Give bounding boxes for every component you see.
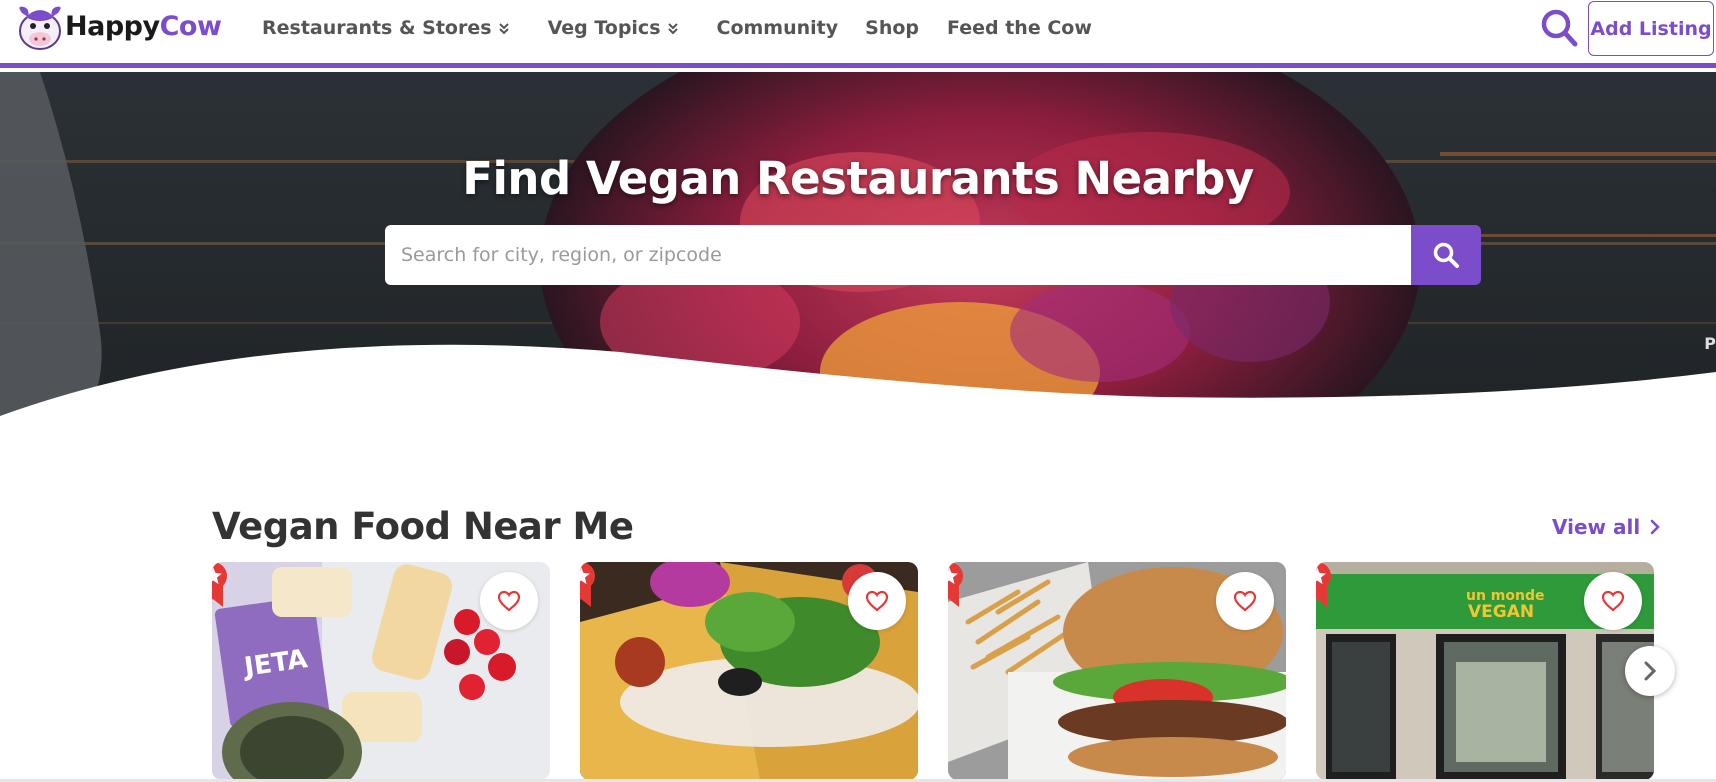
hero-title: Find Vegan Restaurants Nearby xyxy=(462,152,1254,205)
heart-icon xyxy=(1601,590,1625,612)
star-ribbon-icon xyxy=(1316,562,1331,607)
favorite-button[interactable] xyxy=(1584,572,1642,630)
nav-label: Shop xyxy=(865,17,920,39)
nav-feed-the-cow[interactable]: Feed the Cow xyxy=(947,17,1092,39)
nav-label: Feed the Cow xyxy=(947,17,1092,39)
restaurant-card[interactable] xyxy=(948,562,1286,780)
logo-cow: Cow xyxy=(159,10,222,42)
chevron-right-icon xyxy=(1644,661,1657,681)
location-search-input[interactable] xyxy=(385,225,1411,285)
logo-wordmark: HappyCow xyxy=(65,10,222,42)
chevron-right-icon xyxy=(1650,519,1660,535)
restaurant-carousel: JETA un monde VEGAN xyxy=(0,562,1716,782)
view-all-label: View all xyxy=(1552,515,1641,539)
hero-banner: Find Vegan Restaurants Nearby P xyxy=(0,72,1716,444)
hero-search-button[interactable] xyxy=(1411,225,1481,285)
heart-icon xyxy=(497,590,521,612)
favorite-button[interactable] xyxy=(848,572,906,630)
heart-icon xyxy=(1233,590,1257,612)
heart-icon xyxy=(865,590,889,612)
view-all-link[interactable]: View all xyxy=(1552,515,1660,539)
restaurant-card[interactable] xyxy=(580,562,918,780)
nav-shop[interactable]: Shop xyxy=(865,17,919,39)
hero-edge-text: P xyxy=(1704,334,1716,353)
nav-restaurants-stores[interactable]: Restaurants & Stores xyxy=(262,17,510,39)
add-listing-button[interactable]: Add Listing xyxy=(1588,1,1714,56)
favorite-button[interactable] xyxy=(1216,572,1274,630)
restaurant-card[interactable]: un monde VEGAN xyxy=(1316,562,1654,780)
nav-community[interactable]: Community xyxy=(717,17,839,39)
site-header: HappyCow Restaurants & Stores Veg Topics… xyxy=(0,0,1716,68)
favorite-button[interactable] xyxy=(480,572,538,630)
happycow-logo[interactable]: HappyCow xyxy=(12,2,222,50)
nav-label: Restaurants & Stores xyxy=(262,17,492,39)
double-chevron-down-icon xyxy=(667,23,678,35)
search-icon[interactable] xyxy=(1540,8,1578,48)
nav-label: Community xyxy=(716,17,839,39)
hero-search-bar xyxy=(385,225,1481,285)
nav-label: Veg Topics xyxy=(547,17,661,39)
logo-happy: Happy xyxy=(65,10,160,42)
double-chevron-down-icon xyxy=(498,23,509,35)
search-icon xyxy=(1433,242,1459,268)
main-nav: Restaurants & Stores Veg Topics Communit… xyxy=(262,17,1092,39)
star-ribbon-icon xyxy=(212,562,227,607)
section-title: Vegan Food Near Me xyxy=(212,505,634,548)
store-sign-text: VEGAN xyxy=(1468,602,1534,622)
carousel-next-button[interactable] xyxy=(1625,646,1675,696)
star-ribbon-icon xyxy=(948,562,963,607)
star-ribbon-icon xyxy=(580,562,595,607)
cow-logo-icon xyxy=(19,6,61,50)
restaurant-card[interactable]: JETA xyxy=(212,562,550,780)
nav-veg-topics[interactable]: Veg Topics xyxy=(548,17,679,39)
